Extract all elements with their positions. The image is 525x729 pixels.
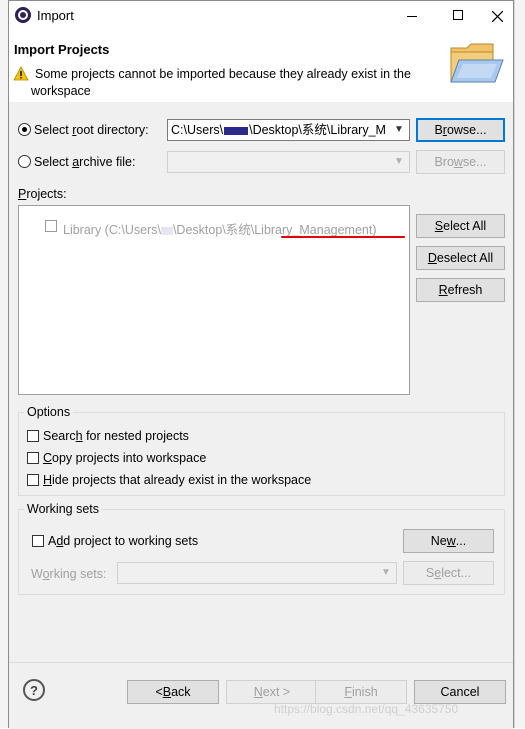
archive-file-combo[interactable]: ▼	[167, 151, 410, 173]
folder-icon	[450, 43, 504, 83]
chevron-down-icon: ▼	[381, 567, 391, 578]
minimize-icon	[407, 16, 417, 17]
project-checkbox[interactable]	[45, 220, 57, 232]
nested-projects-label: Search for nested projects	[43, 429, 189, 443]
root-browse-button[interactable]: Br owse...	[416, 118, 505, 142]
button-bar: ? < Back Next > Finish Cancel https://bl…	[9, 662, 513, 729]
watermark: https://blog.csdn.net/qq_43635750	[274, 702, 459, 716]
archive-file-label: Select archive file:	[34, 155, 136, 169]
projects-list[interactable]: Library (C:\Users\ \Desktop\系统\Library_Ma…	[18, 205, 410, 395]
archive-file-radio[interactable]	[18, 155, 31, 168]
add-to-working-sets-checkbox[interactable]	[32, 535, 44, 547]
banner-message-line1: Some projects cannot be imported because…	[35, 67, 411, 81]
copy-projects-checkbox[interactable]	[27, 452, 39, 464]
red-underline-mark	[281, 236, 405, 238]
copy-projects-label: Copy projects into workspace	[43, 451, 207, 465]
select-working-set-button[interactable]: Se lect...	[403, 561, 494, 585]
working-sets-title: Working sets	[24, 502, 103, 516]
projects-label: Projects:	[18, 187, 67, 201]
back-button[interactable]: < Back	[127, 680, 219, 704]
minimize-button[interactable]	[389, 1, 435, 31]
window-title: Import	[37, 8, 74, 23]
help-icon: ?	[30, 682, 38, 698]
wizard-content: Select root directory: C:\Users\ \Desktop…	[9, 102, 513, 662]
chevron-down-icon: ▼	[392, 120, 406, 140]
page-title: Import Projects	[14, 42, 110, 57]
close-icon	[491, 10, 503, 22]
working-sets-combo[interactable]: ▼	[117, 562, 397, 584]
root-directory-combo[interactable]: C:\Users\ \Desktop\系统\Library_M ▼	[167, 119, 410, 141]
select-all-button[interactable]: Select All	[416, 214, 505, 238]
next-button[interactable]: Next >	[226, 680, 318, 704]
root-directory-radio[interactable]	[18, 123, 31, 136]
options-title: Options	[24, 405, 74, 419]
banner-message-line2: workspace	[31, 84, 91, 98]
maximize-icon	[453, 10, 463, 20]
working-sets-label: Working sets:	[31, 567, 107, 581]
deselect-all-button[interactable]: Deselect All	[416, 246, 505, 270]
background-ide-right	[514, 0, 525, 728]
archive-browse-button[interactable]: Bro w se...	[416, 150, 505, 174]
wizard-banner: Import Projects Some projects cannot be …	[9, 31, 513, 103]
new-working-set-button[interactable]: Ne w...	[403, 529, 494, 553]
hide-projects-checkbox[interactable]	[27, 474, 39, 486]
title-bar: Import	[9, 1, 513, 31]
add-to-working-sets-label: Add project to working sets	[48, 534, 199, 548]
hide-projects-label: Hide projects that already exist in the …	[43, 473, 312, 487]
root-directory-label: Select root directory:	[34, 123, 149, 137]
finish-button[interactable]: Finish	[315, 680, 407, 704]
eclipse-icon	[15, 7, 31, 23]
maximize-button[interactable]	[435, 1, 481, 31]
warning-icon	[13, 66, 29, 81]
refresh-button[interactable]: Refresh	[416, 278, 505, 302]
list-item[interactable]: Library (C:\Users\ \Desktop\系统\Library_Ma…	[45, 218, 405, 237]
chevron-down-icon: ▼	[394, 156, 404, 167]
help-button[interactable]: ?	[23, 679, 45, 701]
cancel-button[interactable]: Cancel	[414, 680, 506, 704]
nested-projects-checkbox[interactable]	[27, 430, 39, 442]
close-button[interactable]	[481, 1, 513, 31]
